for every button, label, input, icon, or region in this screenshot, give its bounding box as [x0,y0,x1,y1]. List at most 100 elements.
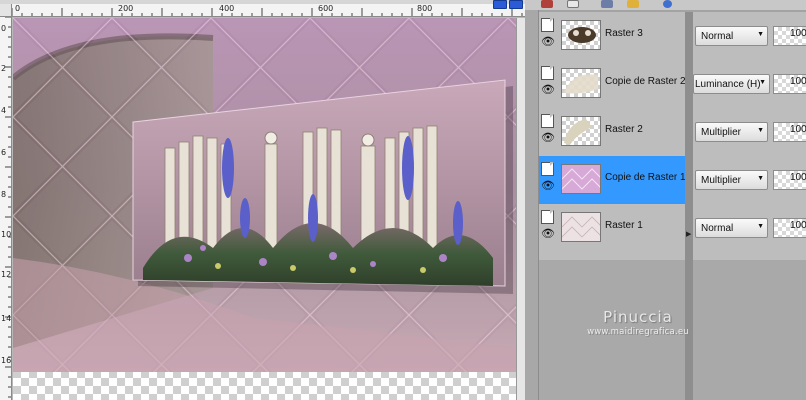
options-empty-area [693,260,806,400]
h-ruler-label: 200 [118,4,134,13]
horizontal-ruler-ticks [12,8,523,16]
layers-palette: 👁 Raster 3 👁 Copie de Raster 2 👁 Raster … [525,0,806,400]
blend-mode-value: Multiplier [701,175,742,186]
v-ruler-label: 14 [1,314,12,323]
layer-options-row: Normal ▼ 100 [693,204,806,252]
h-ruler-label: 800 [417,4,433,13]
layer-name: Copie de Raster 1 [605,172,686,183]
dropdown-arrow-icon: ▼ [757,127,764,134]
layer-thumbnail [561,212,603,242]
layer-name: Raster 1 [605,220,643,231]
layer-doc-icon[interactable] [541,210,554,224]
ruler-corner [0,4,12,17]
v-ruler-label: 0 [1,24,7,33]
lock-icon[interactable] [627,0,639,8]
layer-name: Raster 2 [605,124,643,135]
dropdown-arrow-icon: ▼ [757,223,764,230]
layer-row-raster-3[interactable]: 👁 Raster 3 [539,12,685,60]
app-root: 0 200 400 600 800 0 2 4 6 8 10 12 14 16 [0,0,806,400]
thumbnail-content [564,119,592,145]
horizontal-ruler: 0 200 400 600 800 [12,4,525,17]
layer-doc-icon[interactable] [541,162,554,176]
h-ruler-label: 600 [318,4,334,13]
blend-mode-value: Multiplier [701,127,742,138]
v-ruler-label: 16 [1,356,12,365]
thumbnail-content [568,27,596,43]
layer-name: Raster 3 [605,28,643,39]
artwork-image[interactable] [13,18,516,400]
v-ruler-label: 2 [1,64,7,73]
thumbnail-content [564,74,598,94]
layer-row-raster-2[interactable]: 👁 Raster 2 [539,108,685,156]
artwork-graphic [13,18,516,400]
layer-options-row: Normal ▼ 100 [693,12,806,60]
layers-toolbar [525,0,806,10]
watermark-name: Pinuccia [603,308,673,326]
blend-mode-select[interactable]: Multiplier ▼ [695,122,768,142]
blend-mode-select[interactable]: Normal ▼ [695,218,768,238]
visibility-eye-icon[interactable]: 👁 [541,228,557,240]
opacity-value: 100 [790,76,806,87]
visibility-eye-icon[interactable]: 👁 [541,132,557,144]
layer-doc-icon[interactable] [541,66,554,80]
new-layer-icon[interactable] [567,0,579,8]
layer-list: 👁 Raster 3 👁 Copie de Raster 2 👁 Raster … [539,12,686,260]
blend-mode-select[interactable]: Luminance (H) ▼ [693,74,770,94]
opacity-value: 100 [790,220,806,231]
expand-arrow-icon[interactable]: ▶ [686,230,691,238]
blend-mode-value: Normal [701,223,734,234]
layer-row-copie-de-raster-1[interactable]: 👁 Copie de Raster 1 [539,156,686,204]
dropdown-arrow-icon: ▼ [757,175,764,182]
v-ruler-label: 10 [1,230,12,239]
dropdown-arrow-icon: ▼ [759,79,766,86]
layer-thumbnail [561,164,603,194]
v-ruler-label: 8 [1,190,7,199]
delete-layer-icon[interactable] [541,0,553,8]
vertical-ruler-ticks [5,17,11,398]
layer-thumbnail [561,20,601,50]
visibility-eye-icon[interactable]: 👁 [541,180,557,192]
blend-mode-select[interactable]: Normal ▼ [695,26,768,46]
vertical-ruler: 0 2 4 6 8 10 12 14 16 [0,17,12,400]
opacity-value: 100 [790,124,806,135]
link-icon[interactable] [601,0,613,8]
layer-thumbnail [561,116,601,146]
layer-doc-icon[interactable] [541,114,554,128]
thumbnail-content [561,168,603,190]
window-close-button[interactable] [509,0,523,9]
v-ruler-label: 12 [1,270,12,279]
layer-doc-icon[interactable] [541,18,554,32]
panel-splitter[interactable]: ▶ [685,12,693,400]
layer-row-copie-de-raster-2[interactable]: 👁 Copie de Raster 2 [539,60,686,108]
blend-mode-value: Normal [701,31,734,42]
dropdown-arrow-icon: ▼ [757,31,764,38]
opacity-value: 100 [790,28,806,39]
watermark-url: www.maidiregrafica.eu [587,327,689,337]
canvas-vertical-scrollbar[interactable] [516,18,525,400]
blend-mode-value: Luminance (H) [695,79,761,90]
layer-controls: 👁 [541,18,557,58]
layer-thumbnail [561,68,601,98]
layer-controls: 👁 [541,66,557,106]
layer-row-raster-1[interactable]: 👁 Raster 1 [539,204,685,252]
thumbnail-content [561,216,603,238]
image-canvas-window[interactable]: 0 200 400 600 800 0 2 4 6 8 10 12 14 16 [0,0,525,400]
visibility-eye-icon[interactable]: 👁 [541,84,557,96]
globe-icon[interactable] [663,0,672,8]
layer-controls: 👁 [541,210,557,250]
opacity-value: 100 [790,172,806,183]
layer-name: Copie de Raster 2 [605,76,686,87]
blend-mode-select[interactable]: Multiplier ▼ [695,170,768,190]
visibility-eye-icon[interactable]: 👁 [541,36,557,48]
palette-edge [525,10,539,400]
layer-controls: 👁 [541,114,557,154]
v-ruler-label: 4 [1,106,7,115]
window-control-buttons [481,0,525,14]
v-ruler-label: 6 [1,148,7,157]
layer-options-row: Multiplier ▼ 100 [693,156,806,204]
layer-controls: 👁 [541,162,557,202]
watermark: Pinuccia www.maidiregrafica.eu [576,308,700,337]
layer-options-row: Multiplier ▼ 100 [693,108,806,156]
layer-options-column: Normal ▼ 100 Luminance (H) ▼ 100 Multiplie… [693,12,806,260]
window-restore-button[interactable] [493,0,507,9]
